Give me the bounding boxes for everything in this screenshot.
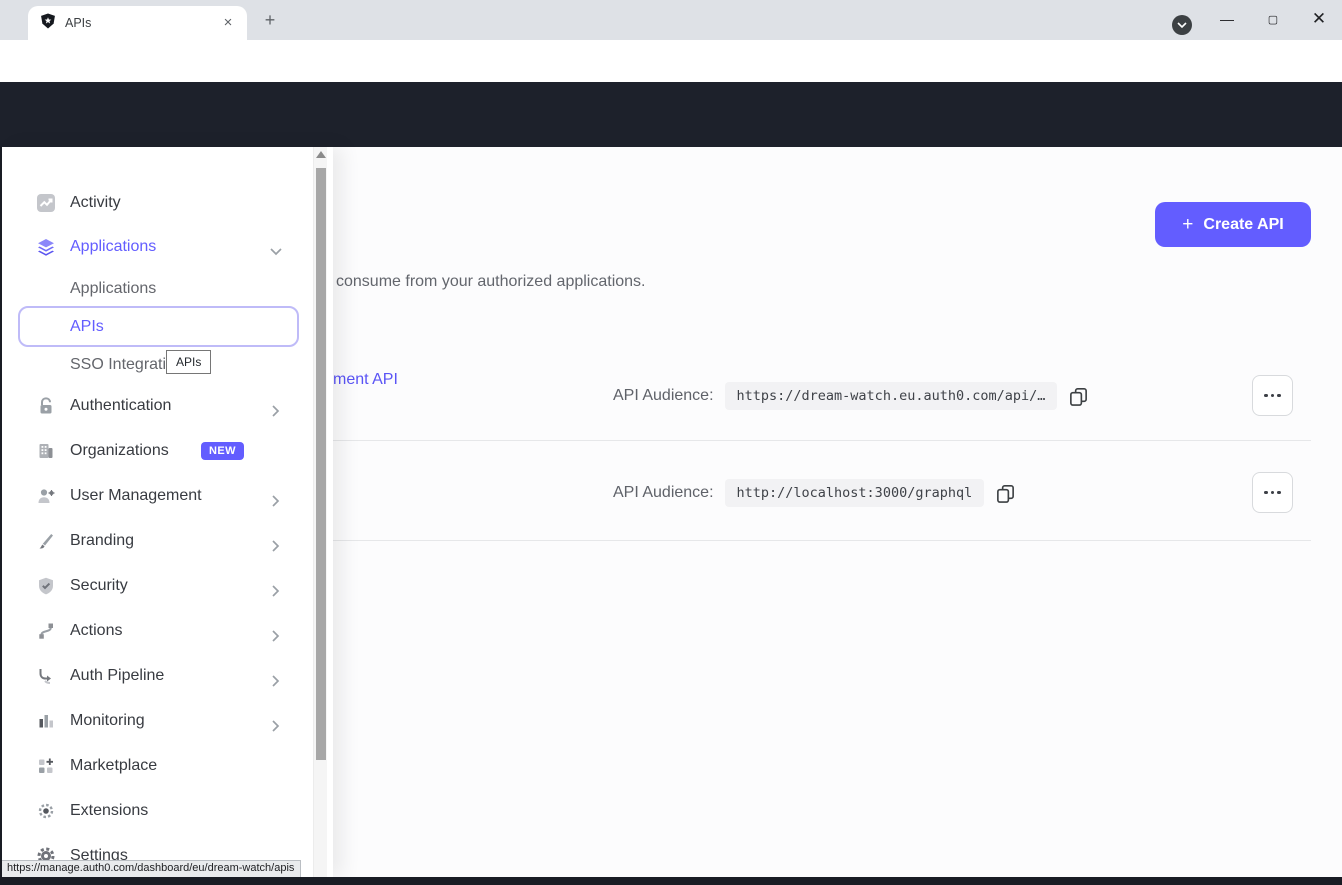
browser-tab-apis[interactable]: APIs ×	[28, 6, 247, 40]
auth0-favicon	[40, 13, 56, 34]
create-api-button[interactable]: + Create API	[1155, 202, 1311, 247]
audience-value-chip: http://localhost:3000/graphql	[725, 479, 985, 507]
chevron-right-icon	[267, 540, 285, 552]
minimize-button[interactable]: —	[1204, 0, 1250, 38]
row-divider	[333, 440, 1311, 441]
api-audience-row: API Audience: http://localhost:3000/grap…	[613, 479, 1016, 507]
window-frame-bottom	[0, 877, 1342, 885]
more-options-button[interactable]	[1252, 472, 1293, 513]
scroll-up-arrow[interactable]	[316, 151, 326, 158]
navigation-sidebar: Activity Applications Applications APIs …	[2, 147, 333, 877]
apis-page: + Create API consume from your authorize…	[333, 147, 1342, 877]
scrollbar-thumb[interactable]	[316, 168, 326, 760]
chevron-right-icon	[267, 675, 285, 687]
apis-tooltip: APIs	[166, 350, 211, 374]
chevron-down-icon	[270, 243, 282, 261]
flow-icon	[36, 621, 56, 641]
sidebar-item-authentication[interactable]: Authentication	[2, 386, 333, 426]
sidebar-item-apis[interactable]: APIs	[2, 307, 333, 347]
tab-search-button[interactable]	[1172, 15, 1192, 35]
api-name-link[interactable]: ment API	[333, 371, 398, 389]
more-options-button[interactable]	[1252, 375, 1293, 416]
shield-check-icon	[36, 576, 56, 596]
sidebar-item-organizations[interactable]: Organizations NEW	[2, 431, 333, 471]
api-audience-row: API Audience: https://dream-watch.eu.aut…	[613, 382, 1089, 410]
copy-icon[interactable]	[1068, 386, 1089, 407]
audience-label: API Audience:	[613, 484, 714, 502]
sidebar-item-marketplace[interactable]: Marketplace	[2, 746, 333, 786]
row-divider	[333, 540, 1311, 541]
chevron-right-icon	[267, 630, 285, 642]
browser-toolbar: ← → manage.auth0.com/dashboard/eu/dream-…	[0, 40, 1342, 82]
app-header: dream-watch Discuss your needs Docs	[0, 82, 1342, 147]
plus-icon: +	[1182, 214, 1193, 236]
chevron-right-icon	[267, 405, 285, 417]
building-icon	[36, 441, 56, 461]
user-gear-icon	[36, 486, 56, 506]
page-description: consume from your authorized application…	[336, 273, 646, 291]
extensions-gear-icon	[36, 801, 56, 821]
sidebar-item-applications-sub[interactable]: Applications	[2, 269, 333, 309]
maximize-button[interactable]: ▢	[1250, 0, 1296, 38]
audience-value-chip: https://dream-watch.eu.auth0.com/api/…	[725, 382, 1058, 410]
layers-icon	[36, 237, 56, 257]
copy-icon[interactable]	[995, 483, 1016, 504]
sidebar-item-branding[interactable]: Branding	[2, 521, 333, 561]
sidebar-item-security[interactable]: Security	[2, 566, 333, 606]
close-button[interactable]: ✕	[1296, 0, 1342, 38]
tab-close-icon[interactable]: ×	[219, 14, 237, 32]
tab-title: APIs	[65, 16, 219, 30]
sidebar-item-activity[interactable]: Activity	[2, 183, 333, 223]
sidebar-item-auth-pipeline[interactable]: Auth Pipeline	[2, 656, 333, 696]
chevron-right-icon	[267, 585, 285, 597]
browser-window: APIs × + — ▢ ✕ ← → manage.auth0.com/dash…	[0, 0, 1342, 885]
new-tab-button[interactable]: +	[260, 11, 280, 31]
sidebar-item-monitoring[interactable]: Monitoring	[2, 701, 333, 741]
bar-chart-icon	[36, 711, 56, 731]
pipeline-arrow-icon	[36, 666, 56, 686]
chevron-right-icon	[267, 720, 285, 732]
sidebar-item-applications[interactable]: Applications	[2, 227, 333, 267]
lock-icon	[36, 396, 56, 416]
new-badge: NEW	[201, 442, 244, 460]
sidebar-scrollbar[interactable]	[313, 147, 327, 877]
window-frame-left	[0, 147, 2, 885]
sidebar-item-extensions[interactable]: Extensions	[2, 791, 333, 831]
marketplace-grid-icon	[36, 756, 56, 776]
tab-strip: APIs × + — ▢ ✕	[0, 0, 1342, 40]
chevron-right-icon	[267, 495, 285, 507]
chevron-down-icon	[1177, 22, 1187, 29]
sidebar-item-actions[interactable]: Actions	[2, 611, 333, 651]
sidebar-item-user-management[interactable]: User Management	[2, 476, 333, 516]
activity-icon	[36, 193, 56, 213]
window-controls: — ▢ ✕	[1204, 0, 1342, 40]
audience-label: API Audience:	[613, 387, 714, 405]
paintbrush-icon	[36, 531, 56, 551]
status-bar-url: https://manage.auth0.com/dashboard/eu/dr…	[2, 860, 301, 877]
